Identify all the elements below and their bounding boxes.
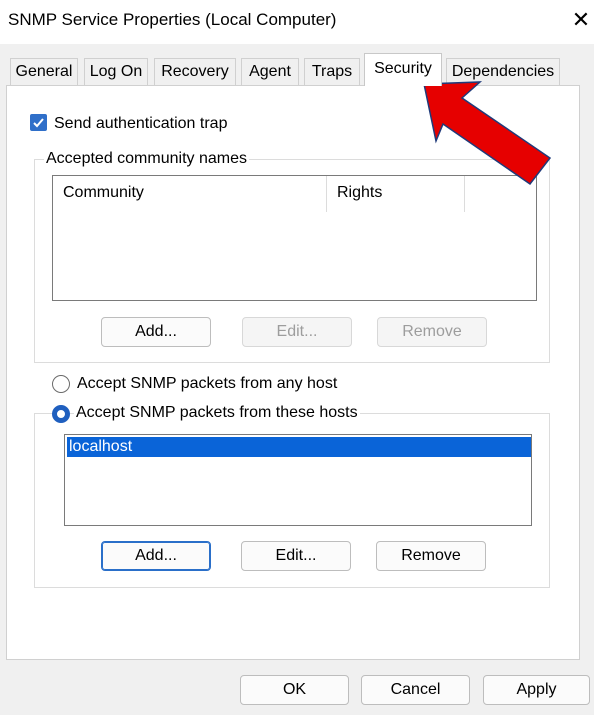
radio-any-host-label: Accept SNMP packets from any host xyxy=(77,375,338,392)
tab-security[interactable]: Security xyxy=(364,53,442,86)
radio-these-hosts-label: Accept SNMP packets from these hosts xyxy=(74,404,360,422)
column-header-rights[interactable]: Rights xyxy=(337,176,465,212)
tab-agent[interactable]: Agent xyxy=(241,58,299,85)
list-item-host[interactable]: localhost xyxy=(67,437,531,457)
community-remove-button[interactable]: Remove xyxy=(377,317,487,347)
close-icon[interactable]: ✕ xyxy=(568,6,594,34)
apply-button[interactable]: Apply xyxy=(483,675,590,705)
ok-button[interactable]: OK xyxy=(240,675,349,705)
cancel-button[interactable]: Cancel xyxy=(361,675,470,705)
send-auth-trap-label: Send authentication trap xyxy=(54,115,228,132)
host-add-button[interactable]: Add... xyxy=(101,541,211,571)
send-auth-trap-checkbox[interactable] xyxy=(30,114,47,131)
community-add-button[interactable]: Add... xyxy=(101,317,211,347)
hosts-list[interactable]: localhost xyxy=(64,434,532,526)
tab-dependencies[interactable]: Dependencies xyxy=(446,58,560,85)
column-header-community[interactable]: Community xyxy=(63,176,327,212)
host-remove-button[interactable]: Remove xyxy=(376,541,486,571)
radio-any-host[interactable] xyxy=(52,375,70,393)
tab-recovery[interactable]: Recovery xyxy=(154,58,236,85)
checkmark-icon xyxy=(33,118,44,128)
host-edit-button[interactable]: Edit... xyxy=(241,541,351,571)
tab-log-on[interactable]: Log On xyxy=(84,58,148,85)
radio-these-hosts[interactable] xyxy=(52,405,70,423)
tab-traps[interactable]: Traps xyxy=(304,58,360,85)
community-names-group-label: Accepted community names xyxy=(44,150,249,168)
community-list[interactable]: Community Rights xyxy=(52,175,537,301)
community-edit-button[interactable]: Edit... xyxy=(242,317,352,347)
tab-general[interactable]: General xyxy=(10,58,78,85)
title-bar: SNMP Service Properties (Local Computer)… xyxy=(0,0,594,44)
window-title: SNMP Service Properties (Local Computer) xyxy=(8,10,337,29)
